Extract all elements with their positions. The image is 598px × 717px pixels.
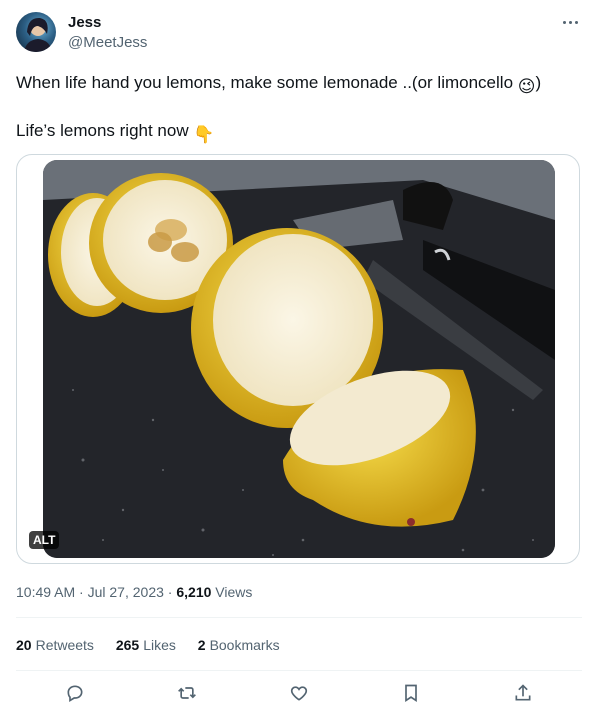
tweet-text: When life hand you lemons, make some lem… (16, 73, 518, 92)
likes-label: Likes (143, 637, 176, 653)
tweet-text-line-1: When life hand you lemons, make some lem… (16, 72, 541, 98)
bookmark-icon[interactable] (399, 681, 423, 705)
reply-icon[interactable] (63, 681, 87, 705)
retweet-icon[interactable] (175, 681, 199, 705)
bookmarks-stat[interactable]: 2 Bookmarks (198, 637, 280, 653)
views-label: Views (215, 584, 253, 600)
alt-text-badge[interactable]: ALT (29, 531, 60, 549)
bookmarks-count: 2 (197, 637, 206, 653)
retweets-count: 20 (16, 637, 32, 653)
separator: · (75, 584, 88, 600)
separator: · (163, 584, 177, 600)
views-count: 6,210 (176, 584, 212, 600)
tweet-text: Life’s lemons right now (16, 121, 194, 140)
like-icon[interactable] (287, 681, 311, 705)
tweet-text-suffix: ) (535, 73, 542, 92)
tweet-time[interactable]: 10:49 AM (16, 584, 75, 600)
tweet-date[interactable]: Jul 27, 2023 (88, 584, 164, 600)
action-bar (16, 681, 582, 707)
avatar[interactable] (16, 12, 56, 52)
likes-count: 265 (115, 637, 140, 653)
share-icon[interactable] (511, 681, 535, 705)
lemon-photo[interactable] (43, 160, 555, 558)
wink-emoji: 😉 (517, 77, 536, 96)
tweet-media[interactable]: ALT (16, 154, 580, 564)
pointing-down-emoji: 👇 (193, 125, 215, 144)
likes-stat[interactable]: 265 Likes (116, 637, 176, 653)
bookmarks-label: Bookmarks (209, 637, 280, 653)
author-name[interactable]: Jess (68, 14, 101, 31)
retweets-stat[interactable]: 20 Retweets (16, 637, 94, 653)
retweets-label: Retweets (35, 637, 94, 653)
more-options-icon[interactable] (560, 12, 580, 32)
divider (16, 670, 582, 671)
author-handle[interactable]: @MeetJess (68, 34, 147, 51)
tweet-text-line-2: Life’s lemons right now 👇 (16, 120, 215, 146)
divider (16, 617, 582, 618)
engagement-stats: 20 Retweets 265 Likes 2 Bookmarks (16, 637, 298, 653)
tweet-meta: 10:49 AM · Jul 27, 2023 · 6,210 Views (16, 584, 252, 600)
